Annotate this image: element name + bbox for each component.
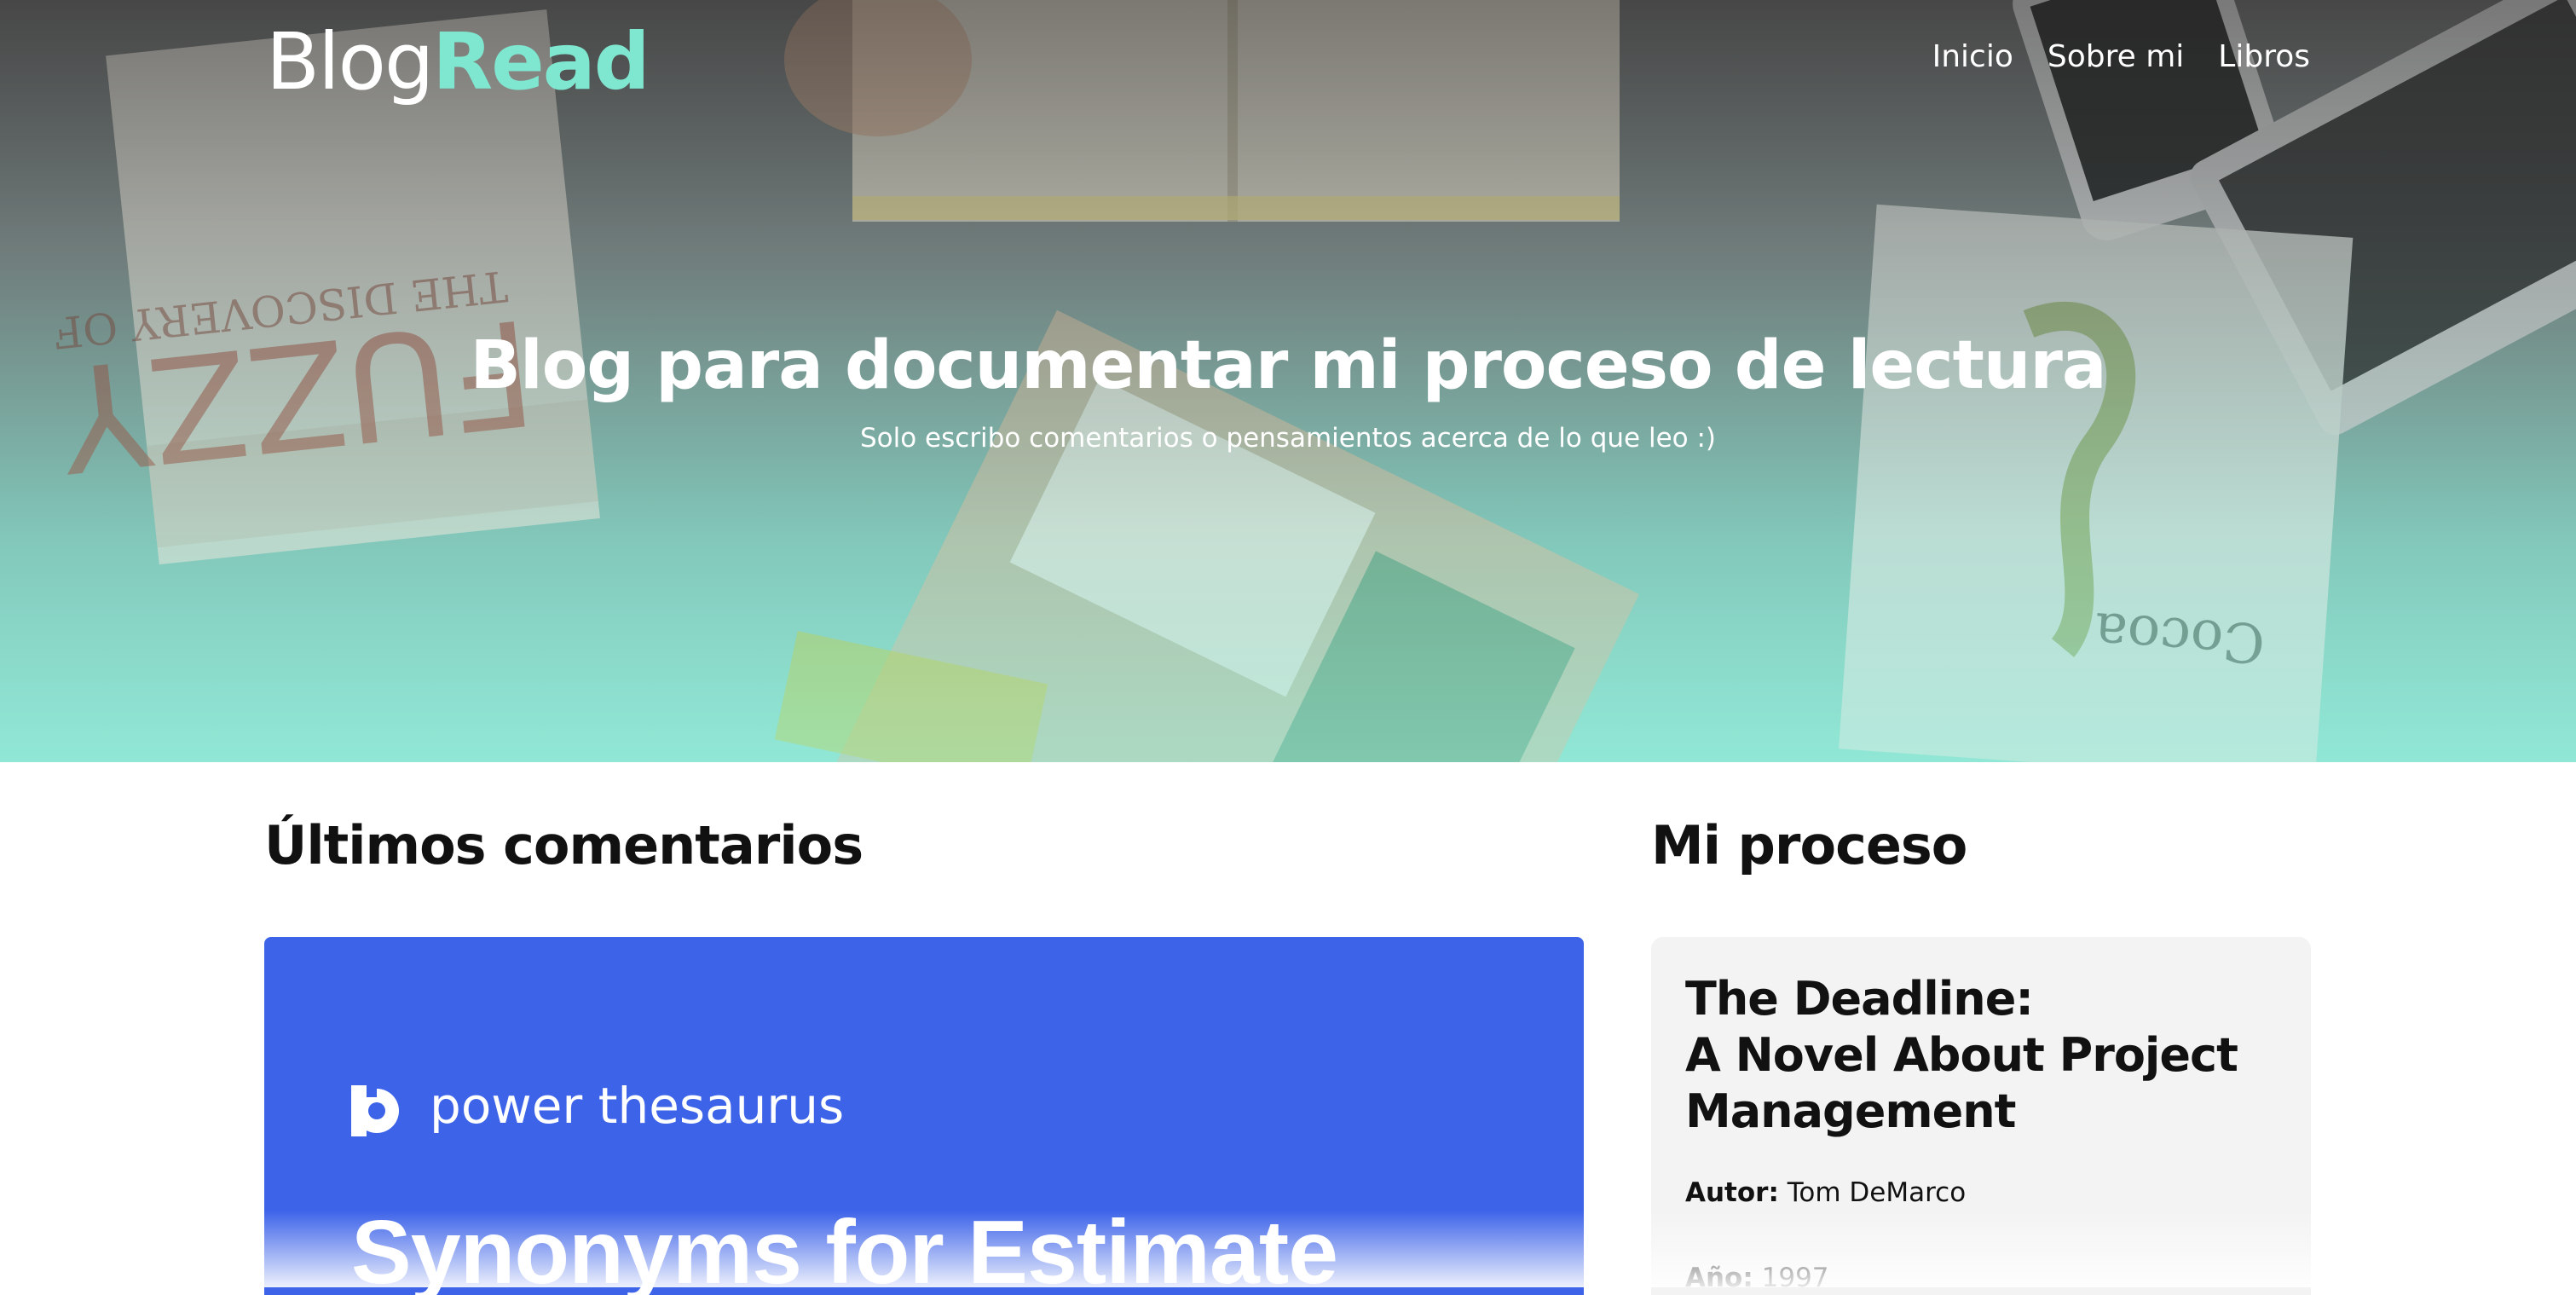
site-logo[interactable]: BlogRead bbox=[266, 16, 650, 107]
book-author-row: Autor: Tom DeMarco bbox=[1685, 1177, 1966, 1208]
logo-text-blog: Blog bbox=[266, 16, 434, 107]
book-title-line-2: A Novel About Project Management bbox=[1685, 1028, 2238, 1138]
nav-link-libros[interactable]: Libros bbox=[2218, 39, 2310, 74]
book-title-line-1: The Deadline: bbox=[1685, 972, 2034, 1026]
year-label: Año: bbox=[1685, 1263, 1753, 1293]
nav-link-sobre-mi[interactable]: Sobre mi bbox=[2048, 39, 2184, 74]
author-label: Autor: bbox=[1685, 1177, 1779, 1208]
latest-comments-heading: Últimos comentarios bbox=[264, 814, 863, 876]
card-headline: Synonyms for Estimate bbox=[351, 1202, 1338, 1295]
main-nav: Inicio Sobre mi Libros bbox=[1932, 39, 2310, 74]
logo-text-read: Read bbox=[432, 16, 650, 107]
featured-post-card[interactable]: power thesaurus Synonyms for Estimate bbox=[264, 937, 1584, 1295]
book-year-row: Año: 1997 bbox=[1685, 1263, 1829, 1293]
book-title: The Deadline: A Novel About Project Mana… bbox=[1685, 971, 2282, 1140]
year-value: 1997 bbox=[1761, 1263, 1829, 1293]
hero-banner: FUZZY THE DISCOVERY OF Cocoa bbox=[0, 0, 2576, 762]
my-process-heading: Mi proceso bbox=[1651, 814, 1967, 876]
author-value: Tom DeMarco bbox=[1787, 1177, 1967, 1208]
current-book-card[interactable]: The Deadline: A Novel About Project Mana… bbox=[1651, 937, 2311, 1295]
hero-title: Blog para documentar mi proceso de lectu… bbox=[470, 327, 2107, 404]
nav-link-inicio[interactable]: Inicio bbox=[1932, 39, 2013, 74]
hero-subtitle: Solo escribo comentarios o pensamientos … bbox=[859, 423, 1717, 454]
card-brand-name: power thesaurus bbox=[430, 1077, 845, 1135]
power-thesaurus-logo-icon bbox=[351, 1085, 399, 1136]
